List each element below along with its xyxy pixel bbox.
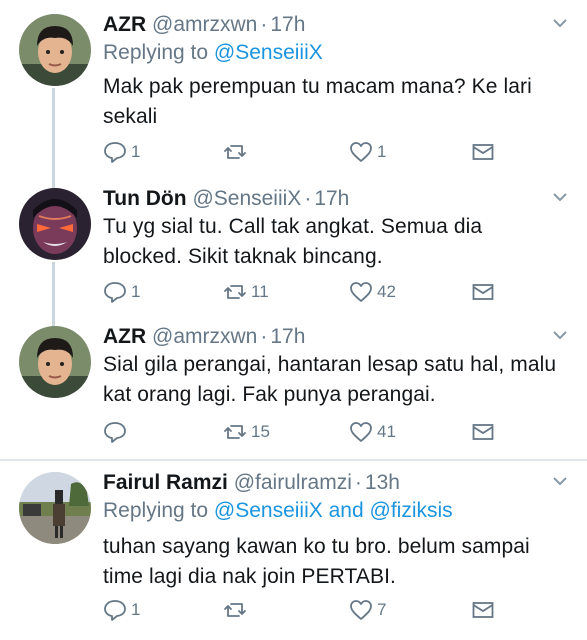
heart-icon: [350, 282, 372, 302]
user-handle[interactable]: @fairulramzi: [234, 471, 352, 494]
chevron-down-icon[interactable]: [553, 190, 567, 204]
retweet-icon: [224, 425, 246, 439]
tweet-actions: 1 1: [103, 140, 503, 166]
replying-to-line: Replying to @SenseiiiX and @fiziksis: [103, 498, 453, 524]
envelope-icon: [472, 602, 494, 618]
user-handle[interactable]: @amrzxwn: [152, 13, 257, 36]
like-button[interactable]: 7: [349, 598, 386, 622]
reply-icon: [104, 142, 126, 163]
tweet-actions: 1 7: [103, 598, 503, 624]
avatar[interactable]: [19, 326, 91, 398]
replying-to-link[interactable]: @SenseiiiX: [214, 499, 323, 522]
timestamp[interactable]: 17h: [314, 187, 349, 210]
tweet-actions: 1 11 42: [103, 280, 503, 306]
heart-icon: [350, 142, 372, 162]
separator-dot: ·: [304, 187, 312, 210]
separator-dot: ·: [354, 471, 362, 494]
tweet[interactable]: Tun Dön @SenseiiiX · 17h Tu yg sial tu. Ca…: [0, 186, 587, 316]
like-button[interactable]: 1: [349, 140, 386, 164]
avatar[interactable]: [19, 472, 91, 544]
display-name[interactable]: Fairul Ramzi: [103, 471, 228, 494]
tweet-header: Fairul Ramzi @fairulramzi · 13h: [103, 470, 400, 496]
reply-button[interactable]: 1: [103, 598, 140, 622]
reply-button[interactable]: 1: [103, 140, 140, 164]
display-name[interactable]: AZR: [103, 325, 146, 348]
direct-message-button[interactable]: [471, 280, 495, 304]
tweet-text: tuhan sayang kawan ko tu bro. belum samp…: [103, 535, 530, 588]
replying-to-label: Replying to: [103, 499, 209, 522]
direct-message-button[interactable]: [471, 598, 495, 622]
retweet-count: 15: [251, 422, 270, 441]
tweet-header: AZR @amrzxwn · 17h: [103, 12, 305, 38]
like-button[interactable]: 42: [349, 280, 396, 304]
envelope-icon: [472, 144, 494, 160]
divider: [0, 459, 587, 461]
replying-to-line: Replying to @SenseiiiX: [103, 40, 323, 66]
replying-to-link[interactable]: @SenseiiiX: [214, 41, 323, 64]
like-button[interactable]: 41: [349, 420, 396, 444]
tweet-actions: 15 41: [103, 420, 503, 446]
retweet-button[interactable]: [223, 140, 251, 164]
user-handle[interactable]: @amrzxwn: [152, 325, 257, 348]
timestamp[interactable]: 13h: [365, 471, 400, 494]
heart-icon: [350, 600, 372, 620]
tweet-header: AZR @amrzxwn · 17h: [103, 324, 305, 350]
timestamp[interactable]: 17h: [270, 325, 305, 348]
reply-button[interactable]: [103, 420, 131, 444]
tweet[interactable]: Fairul Ramzi @fairulramzi · 13h Replying t…: [0, 470, 587, 635]
reply-button[interactable]: 1: [103, 280, 140, 304]
direct-message-button[interactable]: [471, 420, 495, 444]
replying-to-link-2[interactable]: @fiziksis: [370, 499, 453, 522]
envelope-icon: [472, 424, 494, 440]
tweet-header: Tun Dön @SenseiiiX · 17h: [103, 186, 349, 212]
reply-icon: [104, 422, 126, 443]
chevron-down-icon[interactable]: [553, 474, 567, 488]
avatar[interactable]: [19, 188, 91, 260]
display-name[interactable]: Tun Dön: [103, 187, 187, 210]
retweet-button[interactable]: [223, 598, 251, 622]
chevron-down-icon[interactable]: [553, 328, 567, 342]
like-count: 1: [377, 142, 387, 161]
separator-dot: ·: [260, 13, 268, 36]
retweet-icon: [224, 285, 246, 299]
timestamp[interactable]: 17h: [270, 13, 305, 36]
retweet-button[interactable]: 11: [223, 280, 269, 304]
reply-icon: [104, 600, 126, 621]
like-count: 42: [377, 282, 396, 301]
tweet[interactable]: AZR @amrzxwn · 17h Sial gila perangai, han…: [0, 324, 587, 454]
tweet-text: Tu yg sial tu. Call tak angkat. Semua di…: [103, 215, 483, 268]
chevron-down-icon[interactable]: [553, 16, 567, 30]
reply-count: 1: [131, 282, 141, 301]
retweet-count: 11: [251, 282, 269, 301]
tweet[interactable]: AZR @amrzxwn · 17h Replying to @SenseiiiX …: [0, 12, 587, 172]
retweet-button[interactable]: 15: [223, 420, 270, 444]
like-count: 7: [377, 600, 387, 619]
retweet-icon: [224, 145, 246, 159]
retweet-icon: [224, 603, 246, 617]
reply-count: 1: [131, 142, 141, 161]
heart-icon: [350, 422, 372, 442]
reply-count: 1: [131, 600, 141, 619]
direct-message-button[interactable]: [471, 140, 495, 164]
reply-icon: [104, 282, 126, 303]
replying-to-label: Replying to: [103, 41, 209, 64]
display-name[interactable]: AZR: [103, 13, 146, 36]
replying-to-and: and: [328, 499, 364, 522]
avatar[interactable]: [19, 14, 91, 86]
tweet-text: Mak pak perempuan tu macam mana? Ke lari…: [103, 75, 532, 128]
like-count: 41: [377, 422, 396, 441]
user-handle[interactable]: @SenseiiiX: [192, 187, 301, 210]
separator-dot: ·: [260, 325, 268, 348]
tweet-text: Sial gila perangai, hantaran lesap satu …: [103, 353, 557, 406]
envelope-icon: [472, 284, 494, 300]
